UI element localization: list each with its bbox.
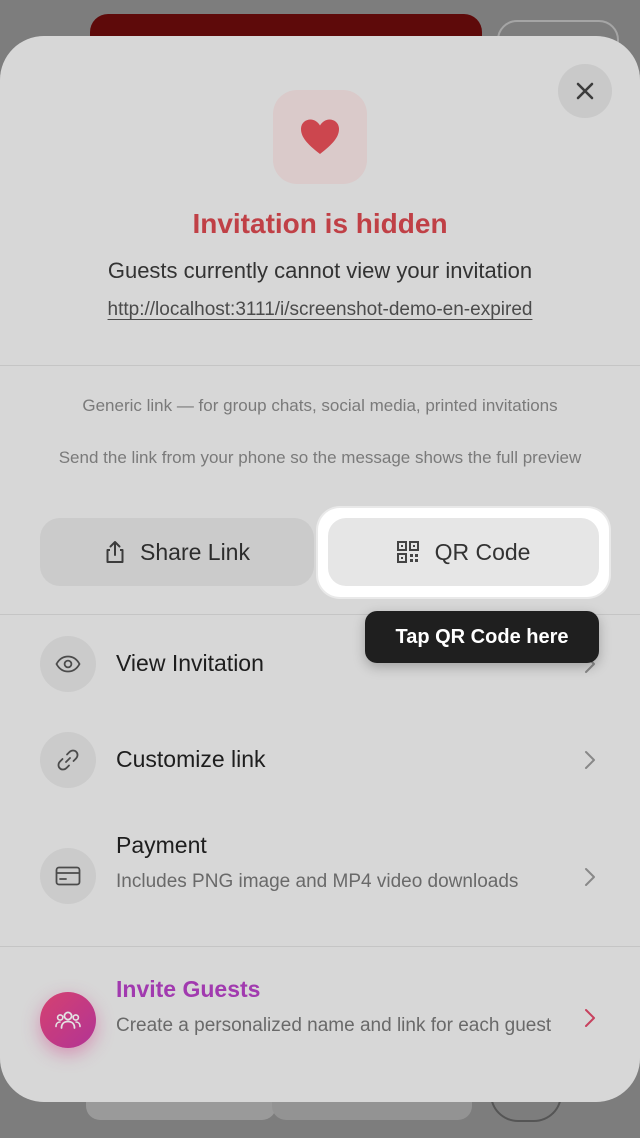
payment-description: Includes PNG image and MP4 video downloa… (116, 871, 519, 892)
link-icon (57, 749, 79, 771)
credit-card-icon (55, 866, 81, 886)
phone-preview-note: Send the link from your phone so the mes… (58, 448, 582, 467)
close-icon (576, 82, 594, 100)
link-icon-container (40, 732, 96, 788)
divider (0, 365, 640, 366)
users-icon (55, 1011, 81, 1029)
invite-guests-label: Invite Guests (116, 976, 261, 1002)
qr-code-label: QR Code (434, 538, 531, 565)
onboarding-tooltip: Tap QR Code here (365, 611, 599, 663)
credit-card-icon-container (40, 848, 96, 904)
page-title: Invitation is hidden (192, 208, 448, 239)
share-link-button[interactable]: Share Link (40, 518, 314, 586)
customize-link-label: Customize link (116, 746, 266, 772)
generic-link-note: Generic link — for group chats, social m… (82, 396, 558, 415)
invite-guests-description: Create a personalized name and link for … (116, 1015, 552, 1036)
chevron-right-icon (585, 1009, 595, 1027)
view-invitation-label: View Invitation (116, 650, 264, 676)
status-subtitle: Guests currently cannot view your invita… (107, 258, 533, 283)
divider (0, 946, 640, 947)
payment-label: Payment (116, 832, 207, 858)
menu-item-customize-link[interactable]: Customize link (0, 732, 640, 788)
eye-icon (55, 655, 81, 673)
chevron-right-icon (585, 868, 595, 886)
qr-code-icon (396, 541, 419, 563)
heart-icon (301, 119, 339, 154)
menu-item-payment[interactable]: Payment Includes PNG image and MP4 video… (0, 832, 640, 922)
share-icon (106, 541, 124, 563)
qr-code-button-highlighted[interactable]: QR Code (328, 518, 599, 586)
eye-icon-container (40, 636, 96, 692)
share-link-label: Share Link (140, 538, 250, 565)
invitation-url-link[interactable]: http://localhost:3111/i/screenshot-demo-… (0, 299, 640, 321)
users-icon-container (40, 992, 96, 1048)
status-icon-tile (273, 90, 367, 184)
menu-item-invite-guests[interactable]: Invite Guests Create a personalized name… (0, 974, 640, 1064)
close-button[interactable] (558, 64, 612, 118)
chevron-right-icon (585, 751, 595, 769)
